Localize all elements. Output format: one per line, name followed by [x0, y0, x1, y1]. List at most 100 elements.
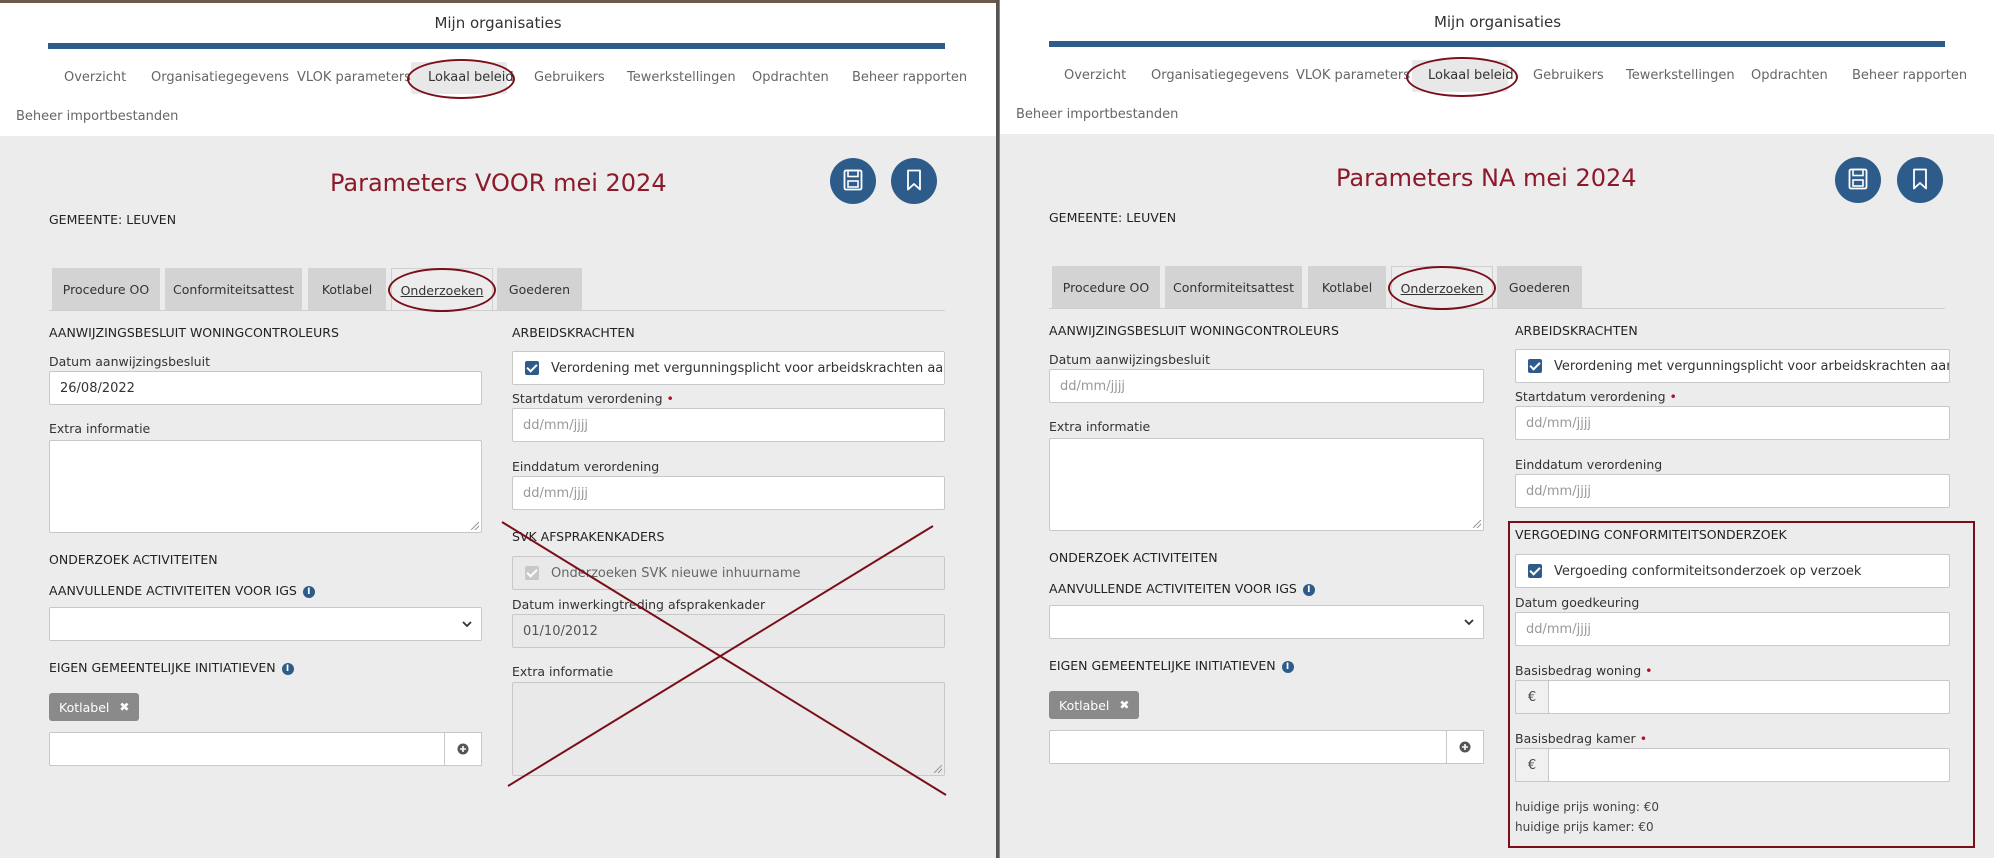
nav-opdrachten[interactable]: Opdrachten [1751, 68, 1828, 83]
nav-vlok-parameters[interactable]: VLOK parameters [1296, 68, 1410, 83]
section-vergoeding: VERGOEDING CONFORMITEITSONDERZOEK [1515, 527, 1787, 542]
vergoeding-checkbox-row[interactable]: Vergoeding conformiteitsonderzoek op ver… [1515, 554, 1950, 588]
gemeente-label: GEMEENTE: LEUVEN [1049, 210, 1177, 225]
svk-label: Onderzoeken SVK nieuwe inhuurname [551, 565, 801, 581]
datum-aanwijzingsbesluit-input[interactable] [1049, 369, 1484, 403]
save-button[interactable] [1835, 157, 1881, 203]
remove-tag-icon[interactable]: ✖ [1119, 698, 1129, 712]
info-icon[interactable]: i [1281, 660, 1294, 673]
tab-conformiteitsattest[interactable]: Conformiteitsattest [1165, 266, 1302, 308]
basisbedrag-kamer-text: Basisbedrag kamer [1515, 731, 1636, 746]
nav-tewerkstellingen[interactable]: Tewerkstellingen [1626, 68, 1735, 83]
plus-circle-icon [457, 743, 469, 755]
tab-procedure-oo[interactable]: Procedure OO [52, 268, 160, 310]
info-icon[interactable]: i [302, 585, 315, 598]
resize-grip [934, 765, 942, 773]
banner-strip [0, 0, 996, 3]
extra-informatie-textarea[interactable] [1049, 438, 1484, 531]
nav-tewerkstellingen[interactable]: Tewerkstellingen [627, 70, 736, 85]
section-eigen-initiatieven: EIGEN GEMEENTELIJKE INITIATIEVEN i [1049, 658, 1294, 673]
tag-label: Kotlabel [59, 699, 110, 715]
section-arbeidskrachten: ARBEIDSKRACHTEN [512, 325, 635, 340]
initiatief-input[interactable] [49, 732, 446, 766]
basisbedrag-kamer-input[interactable] [1548, 748, 1950, 782]
verordening-checkbox[interactable] [1528, 359, 1542, 373]
label-datum-aanwijzingsbesluit: Datum aanwijzingsbesluit [49, 354, 210, 369]
nav-opdrachten[interactable]: Opdrachten [752, 70, 829, 85]
aanvullende-activiteiten-select[interactable] [1049, 605, 1484, 639]
nav-lokaal-beleid[interactable]: Lokaal beleid [428, 70, 514, 85]
info-icon[interactable]: i [1302, 583, 1315, 596]
nav-overzicht[interactable]: Overzicht [1064, 68, 1126, 83]
section-aanwijzingsbesluit: AANWIJZINGSBESLUIT WONINGCONTROLEURS [49, 325, 339, 340]
datum-goedkeuring-input[interactable] [1515, 612, 1950, 646]
extra-informatie-textarea[interactable] [49, 440, 482, 533]
section-eigen-initiatieven: EIGEN GEMEENTELIJKE INITIATIEVEN i [49, 660, 294, 675]
save-icon [843, 169, 863, 191]
initiatief-input[interactable] [1049, 730, 1447, 764]
tab-kotlabel[interactable]: Kotlabel [1308, 266, 1386, 308]
verordening-checkbox-row[interactable]: Verordening met vergunningsplicht voor a… [512, 351, 945, 385]
nav-lokaal-beleid[interactable]: Lokaal beleid [1428, 68, 1514, 83]
save-button[interactable] [830, 158, 876, 204]
remove-tag-icon[interactable]: ✖ [119, 700, 129, 714]
add-initiatief-button[interactable] [444, 732, 482, 766]
nav-gebruikers[interactable]: Gebruikers [534, 70, 605, 85]
startdatum-input[interactable] [512, 408, 945, 442]
startdatum-text: Startdatum verordening [1515, 389, 1666, 404]
resize-grip[interactable] [471, 522, 479, 530]
tab-onderzoeken[interactable]: Onderzoeken [391, 268, 493, 311]
nav-beheer-rapporten[interactable]: Beheer rapporten [1852, 68, 1967, 83]
save-icon [1848, 168, 1868, 190]
add-initiatief-button[interactable] [1446, 730, 1484, 764]
label-datum-aanwijzingsbesluit: Datum aanwijzingsbesluit [1049, 352, 1210, 367]
bookmark-button[interactable] [891, 158, 937, 204]
nav-organisatiegegevens[interactable]: Organisatiegegevens [1151, 68, 1289, 83]
verordening-checkbox[interactable] [525, 361, 539, 375]
einddatum-input[interactable] [512, 476, 945, 510]
aanvullende-activiteiten-select[interactable] [49, 607, 482, 641]
tab-conformiteitsattest[interactable]: Conformiteitsattest [165, 268, 302, 310]
required-marker: • [1645, 663, 1653, 678]
info-icon[interactable]: i [281, 662, 294, 675]
section-aanwijzingsbesluit: AANWIJZINGSBESLUIT WONINGCONTROLEURS [1049, 323, 1339, 338]
einddatum-input[interactable] [1515, 474, 1950, 508]
tab-kotlabel[interactable]: Kotlabel [308, 268, 386, 310]
tabs-divider [1049, 308, 1945, 309]
datum-aanwijzingsbesluit-input[interactable] [49, 371, 482, 405]
label-einddatum: Einddatum verordening [1515, 457, 1663, 472]
eigen-initiatieven-label: EIGEN GEMEENTELIJKE INITIATIEVEN [49, 660, 276, 675]
tab-onderzoeken[interactable]: Onderzoeken [1391, 266, 1493, 309]
nav-overzicht[interactable]: Overzicht [64, 70, 126, 85]
required-marker: • [666, 391, 674, 406]
panel-after: Mijn organisaties Overzicht Organisatieg… [999, 0, 1994, 858]
tab-goederen[interactable]: Goederen [497, 268, 582, 310]
bookmark-button[interactable] [1897, 157, 1943, 203]
nav-vlok-parameters[interactable]: VLOK parameters [297, 70, 411, 85]
tag-kotlabel: Kotlabel ✖ [1049, 691, 1140, 719]
startdatum-text: Startdatum verordening [512, 391, 663, 406]
section-aanvullende-activiteiten: AANVULLENDE ACTIVITEITEN VOOR IGS i [1049, 581, 1315, 596]
section-aanvullende-activiteiten: AANVULLENDE ACTIVITEITEN VOOR IGS i [49, 583, 315, 598]
resize-grip[interactable] [1473, 520, 1481, 528]
nav-beheer-importbestanden[interactable]: Beheer importbestanden [1016, 107, 1178, 122]
bookmark-icon [907, 169, 921, 191]
tab-goederen[interactable]: Goederen [1497, 266, 1582, 308]
tab-procedure-oo[interactable]: Procedure OO [1052, 266, 1160, 308]
nav-beheer-rapporten[interactable]: Beheer rapporten [852, 70, 967, 85]
tag-label: Kotlabel [1059, 697, 1110, 713]
chevron-down-icon [462, 621, 472, 628]
nav-beheer-importbestanden[interactable]: Beheer importbestanden [16, 109, 178, 124]
nav-organisatiegegevens[interactable]: Organisatiegegevens [151, 70, 289, 85]
extra-informatie-svk-textarea [512, 682, 945, 776]
startdatum-input[interactable] [1515, 406, 1950, 440]
plus-circle-icon [1459, 741, 1471, 753]
vergoeding-checkbox[interactable] [1528, 564, 1542, 578]
verordening-checkbox-row[interactable]: Verordening met vergunningsplicht voor a… [1515, 349, 1950, 383]
nav-gebruikers[interactable]: Gebruikers [1533, 68, 1604, 83]
basisbedrag-woning-input[interactable] [1548, 680, 1950, 714]
euro-prefix: € [1515, 680, 1549, 714]
svk-checkbox-row: Onderzoeken SVK nieuwe inhuurname [512, 556, 945, 590]
header-divider [48, 43, 945, 49]
aanvullende-activiteiten-label: AANVULLENDE ACTIVITEITEN VOOR IGS [1049, 581, 1297, 596]
